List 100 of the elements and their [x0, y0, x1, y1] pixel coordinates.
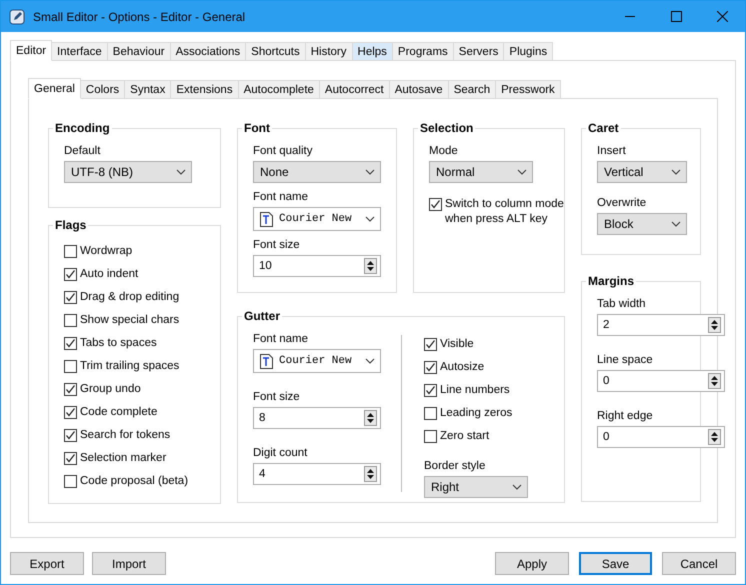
checkbox[interactable]	[424, 384, 437, 397]
checkbox-label: Drag & drop editing	[80, 290, 180, 305]
chevron-icon	[512, 484, 522, 490]
tab[interactable]: Programs	[392, 42, 454, 61]
tab[interactable]: Autocomplete	[238, 80, 320, 99]
checkbox-label: Tabs to spaces	[80, 336, 157, 351]
checkbox-label: Visible	[440, 337, 474, 352]
checkbox[interactable]	[64, 475, 77, 488]
dropdown[interactable]: Normal	[429, 161, 533, 183]
checkbox-label: Switch to column mode when press ALT key	[445, 197, 565, 227]
button[interactable]: Save	[579, 552, 652, 575]
checkbox-label: Selection marker	[80, 451, 166, 466]
spinner-arrows-icon	[364, 466, 377, 482]
chevron-icon	[671, 169, 681, 175]
spin-field[interactable]: 2	[597, 314, 725, 336]
font-file-icon	[260, 354, 273, 368]
checkbox[interactable]	[64, 406, 77, 419]
checkbox-label: Group undo	[80, 382, 141, 397]
tab[interactable]: Shortcuts	[245, 42, 306, 61]
maximize-icon	[670, 11, 682, 22]
checkbox-label: Zero start	[440, 429, 490, 444]
spin-field[interactable]: 10	[253, 255, 381, 277]
field-label: Line space	[597, 354, 654, 366]
checkbox[interactable]	[64, 383, 77, 396]
tab[interactable]: Servers	[452, 42, 504, 61]
app-icon	[9, 8, 25, 24]
dropdown[interactable]: Vertical	[597, 161, 687, 183]
checkbox[interactable]	[64, 337, 77, 350]
tab[interactable]: Helps	[352, 42, 393, 61]
checkbox-label: Search for tokens	[80, 428, 170, 443]
checkbox[interactable]	[429, 198, 442, 211]
spin-field[interactable]: 8	[253, 407, 381, 429]
field-label: Mode	[429, 145, 459, 157]
field-label: Font name	[253, 333, 309, 345]
tab[interactable]: Presswork	[495, 80, 561, 99]
field-label: Insert	[597, 145, 627, 157]
checkbox[interactable]	[64, 314, 77, 327]
checkbox-label: Trim trailing spaces	[80, 359, 180, 374]
tab[interactable]: Plugins	[503, 42, 554, 61]
checkbox-label: Code complete	[80, 405, 158, 420]
spin-field[interactable]: 0	[597, 370, 725, 392]
checkbox[interactable]	[64, 429, 77, 442]
checkbox[interactable]	[64, 360, 77, 373]
dropdown[interactable]: None	[253, 161, 381, 183]
tab[interactable]: Associations	[170, 42, 246, 61]
tab[interactable]: Autocorrect	[318, 80, 390, 99]
tab[interactable]: History	[304, 42, 353, 61]
dropdown[interactable]: Block	[597, 213, 687, 235]
spin-field[interactable]: 0	[597, 426, 725, 448]
checkbox-label: Leading zeros	[440, 406, 512, 421]
checkbox-label: Auto indent	[80, 267, 138, 282]
font-dropdown[interactable]: Courier New	[253, 349, 381, 373]
group-title: Flags	[54, 218, 88, 232]
checkbox[interactable]	[424, 407, 437, 420]
checkbox-label: Show special chars	[80, 313, 180, 328]
chevron-icon	[517, 169, 527, 175]
dropdown[interactable]: Right	[424, 476, 528, 498]
group-title: Caret	[587, 121, 620, 135]
close-icon	[716, 11, 728, 22]
button[interactable]: Cancel	[662, 552, 736, 575]
tab[interactable]: Behaviour	[106, 42, 171, 61]
group-title: Margins	[587, 274, 636, 288]
spinner-arrows-icon	[708, 373, 721, 389]
tab[interactable]: Editor	[10, 40, 52, 61]
chevron-icon	[176, 169, 186, 175]
chevron-icon	[365, 169, 375, 175]
checkbox[interactable]	[424, 430, 437, 443]
field-label: Font size	[253, 391, 301, 403]
button[interactable]: Apply	[495, 552, 569, 575]
checkbox[interactable]	[424, 361, 437, 374]
group-title: Encoding	[54, 121, 111, 135]
tab[interactable]: Autosave	[388, 80, 449, 99]
tab[interactable]: Colors	[80, 80, 126, 99]
dropdown[interactable]: UTF-8 (NB)	[64, 161, 192, 183]
tab[interactable]: Interface	[51, 42, 108, 61]
font-file-icon	[260, 212, 273, 226]
checkbox-label: Wordwrap	[80, 244, 132, 259]
checkbox[interactable]	[64, 452, 77, 465]
tab[interactable]: General	[28, 78, 81, 99]
tab[interactable]: Search	[448, 80, 496, 99]
button[interactable]: Export	[10, 552, 84, 575]
tab[interactable]: Extensions	[170, 80, 239, 99]
chevron-icon	[365, 358, 375, 364]
checkbox[interactable]	[64, 291, 77, 304]
button[interactable]: Import	[92, 552, 166, 575]
spin-field[interactable]: 4	[253, 463, 381, 485]
field-label: Default	[64, 145, 102, 157]
field-label: Right edge	[597, 410, 654, 422]
group-title: Gutter	[243, 309, 281, 323]
checkbox[interactable]	[424, 338, 437, 351]
checkbox[interactable]	[64, 268, 77, 281]
checkbox[interactable]	[64, 245, 77, 258]
field-label: Tab width	[597, 298, 647, 310]
field-label: Font name	[253, 191, 309, 203]
spinner-arrows-icon	[364, 258, 377, 274]
group-title: Font	[243, 121, 271, 135]
tab[interactable]: Syntax	[124, 80, 172, 99]
font-dropdown[interactable]: Courier New	[253, 207, 381, 231]
spinner-arrows-icon	[708, 317, 721, 333]
group-title: Selection	[419, 121, 474, 135]
